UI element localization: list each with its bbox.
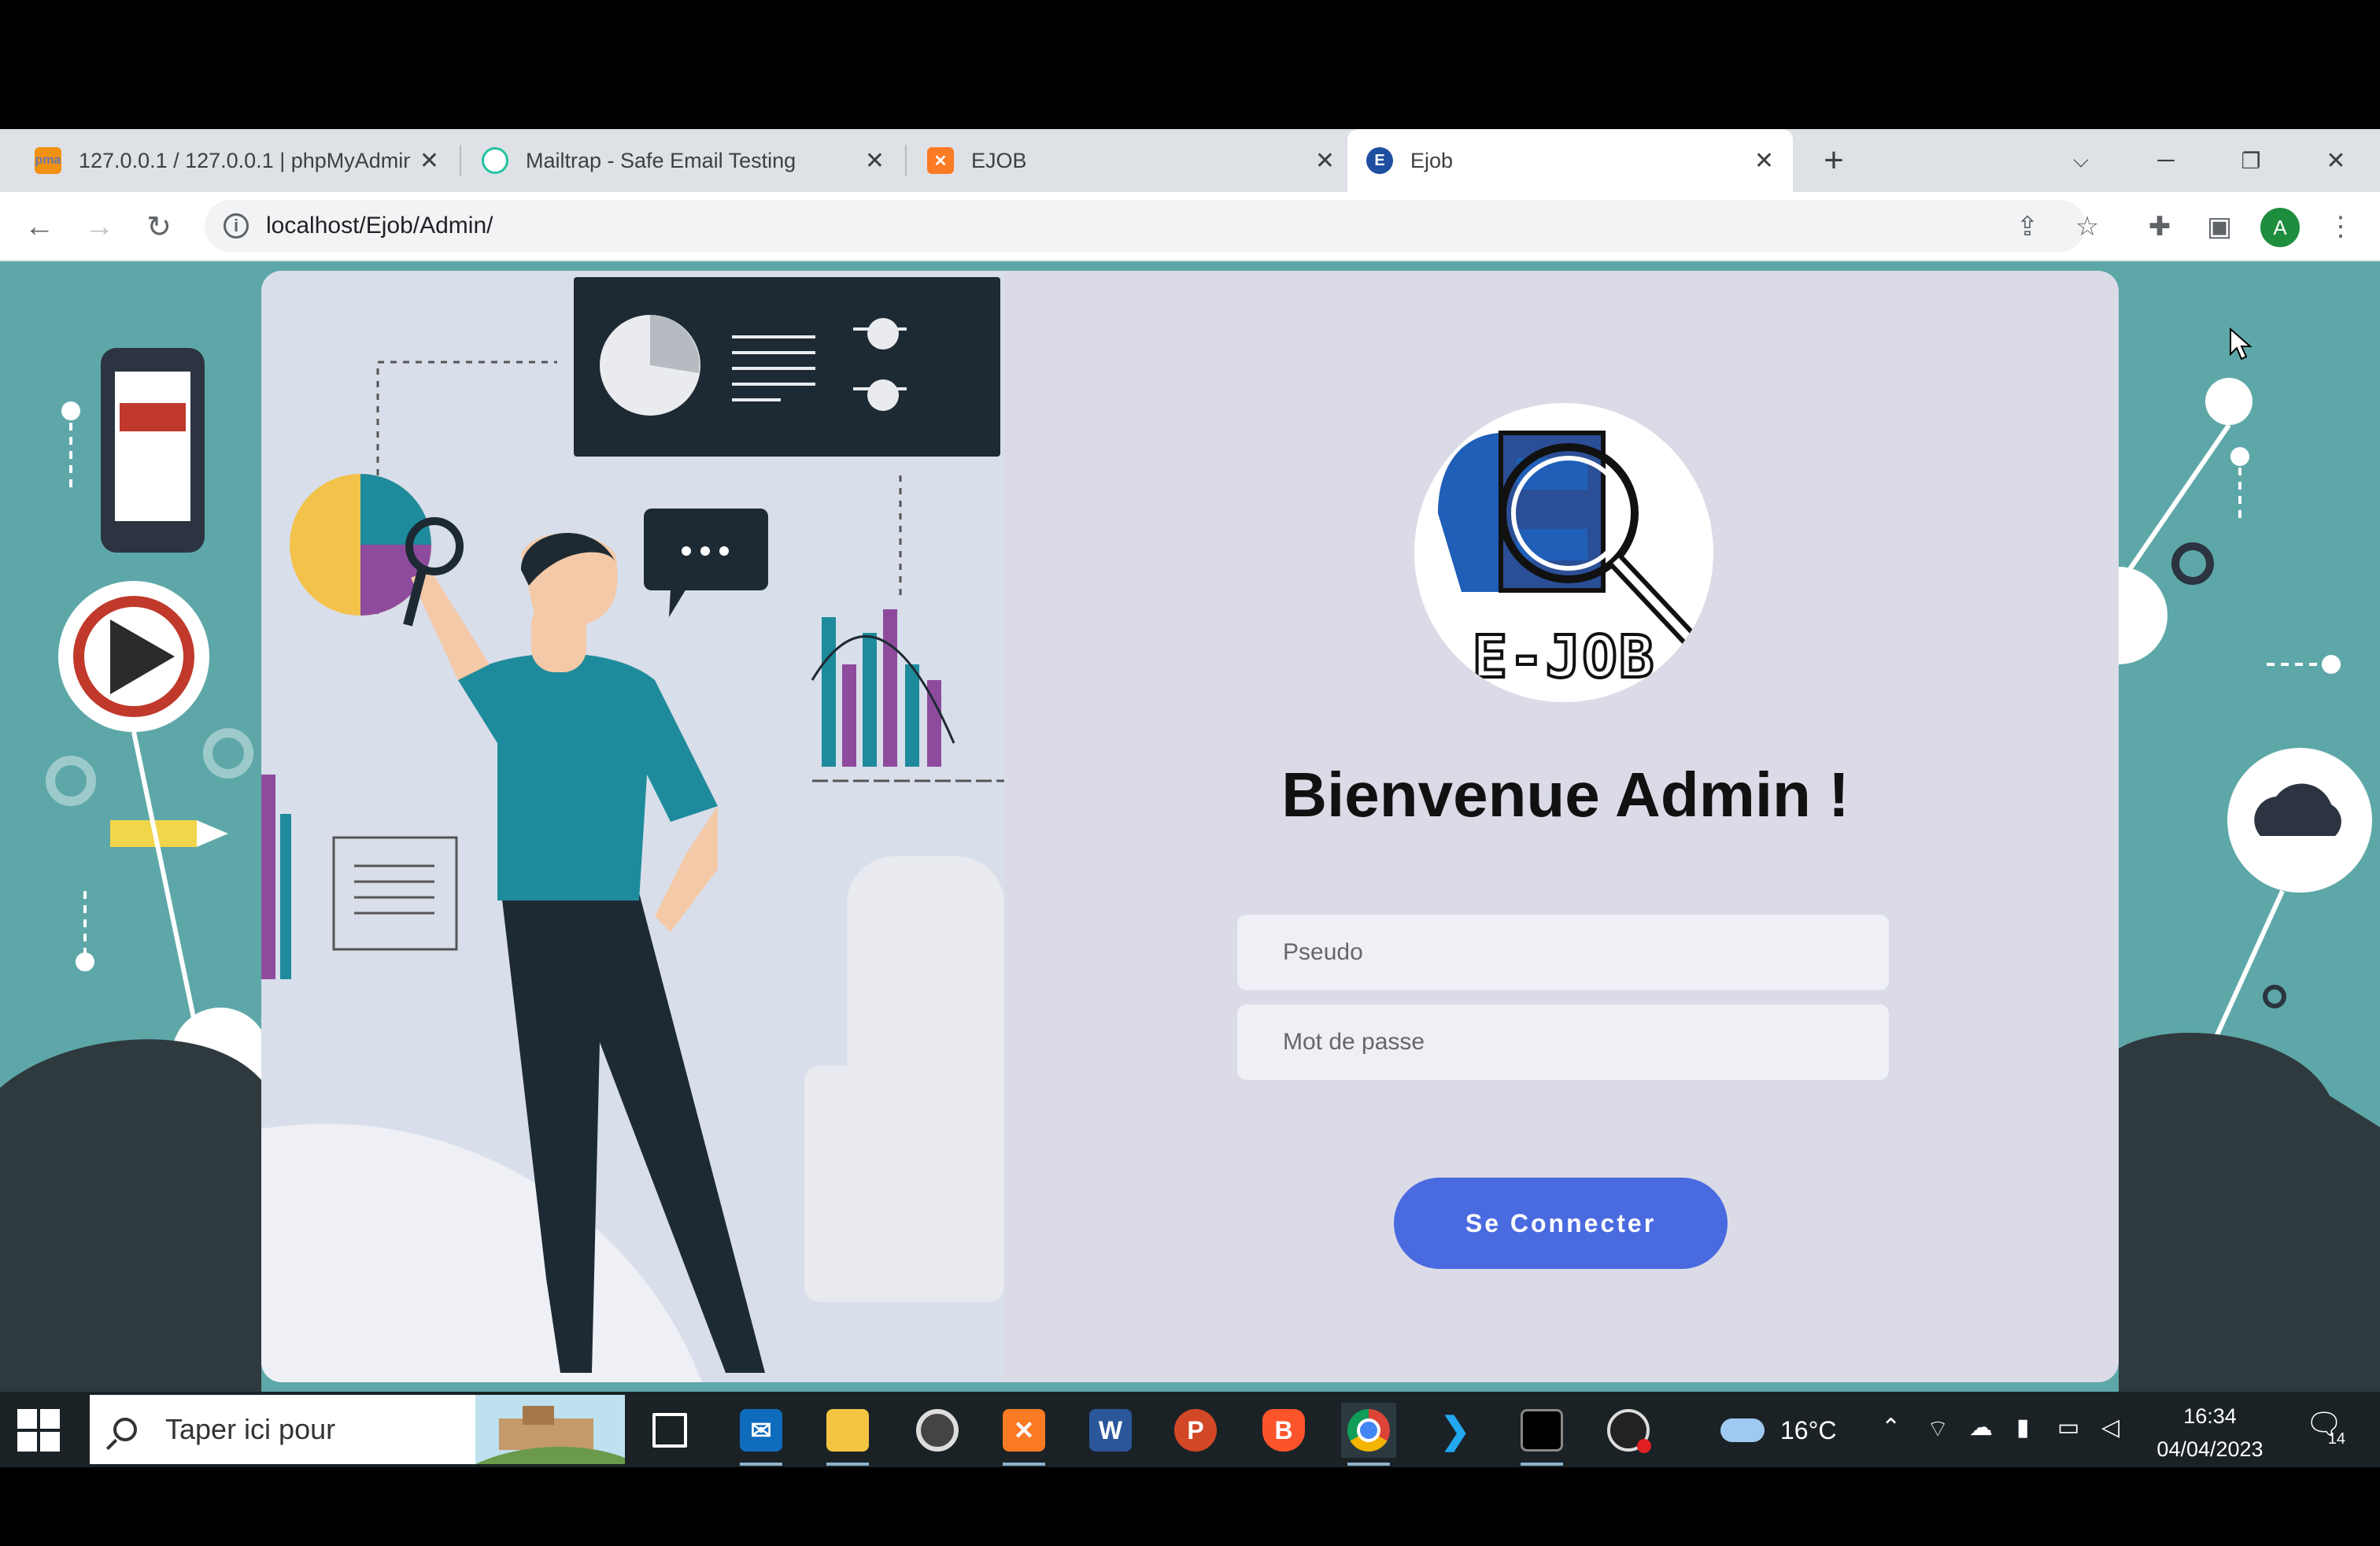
clock-time: 16:34	[2183, 1404, 2237, 1428]
tab-ejob-active[interactable]: E Ejob ✕	[1347, 129, 1793, 192]
close-window-button[interactable]: ✕	[2304, 129, 2367, 192]
system-clock[interactable]: 16:34 04/04/2023	[2141, 1400, 2279, 1466]
search-icon	[113, 1418, 137, 1441]
battery-icon[interactable]: ▭	[2057, 1414, 2079, 1441]
chrome-icon[interactable]	[1341, 1403, 1396, 1466]
tab-title: Ejob	[1410, 148, 1454, 172]
taskbar-search[interactable]: Taper ici pour	[90, 1395, 625, 1464]
search-highlight-icon	[475, 1395, 625, 1464]
microphone-icon[interactable]: ▮	[2016, 1414, 2030, 1441]
gear-icon	[203, 728, 253, 779]
windows-start-icon[interactable]	[17, 1409, 60, 1452]
file-explorer-icon[interactable]	[820, 1403, 875, 1466]
media-icon[interactable]	[910, 1403, 965, 1458]
bookmark-star-icon[interactable]: ☆	[2064, 203, 2111, 250]
mouse-cursor-icon	[2230, 327, 2252, 361]
search-placeholder: Taper ici pour	[165, 1413, 336, 1445]
brave-icon[interactable]: B	[1256, 1403, 1311, 1458]
url-text: localhost/Ejob/Admin/	[266, 213, 493, 239]
mailtrap-icon	[482, 147, 508, 174]
tab-title: 127.0.0.1 / 127.0.0.1 | phpMyAdmin	[79, 148, 410, 172]
restore-button[interactable]: ❐	[2219, 129, 2282, 192]
tab-divider	[905, 145, 907, 176]
profile-avatar[interactable]: A	[2260, 208, 2300, 247]
logo-wordmark: E-JOB	[1471, 622, 1656, 693]
obs-icon[interactable]	[1601, 1403, 1656, 1458]
ejob-icon: E	[1366, 147, 1393, 174]
site-info-icon[interactable]: i	[224, 213, 249, 239]
page-viewport: E-JOB Bienvenue Admin ! Se Connecter	[0, 261, 2380, 1392]
side-panel-icon[interactable]: ▣	[2196, 203, 2243, 250]
word-icon[interactable]: W	[1083, 1403, 1138, 1458]
new-tab-button[interactable]: +	[1810, 137, 1857, 184]
share-icon[interactable]: ⇪	[2004, 203, 2051, 250]
weather-widget[interactable]: 16°C	[1720, 1411, 1837, 1450]
back-icon[interactable]: ←	[16, 203, 63, 250]
chevron-up-icon[interactable]: ⌃	[1881, 1414, 1901, 1441]
password-input[interactable]	[1237, 1004, 1889, 1080]
tab-strip: pma 127.0.0.1 / 127.0.0.1 | phpMyAdmin ✕…	[0, 129, 2380, 192]
network-icon[interactable]: ⌔	[1927, 1414, 1949, 1444]
login-card: E-JOB Bienvenue Admin ! Se Connecter	[261, 271, 2119, 1382]
welcome-heading: Bienvenue Admin !	[1281, 760, 1850, 830]
tab-title: Mailtrap - Safe Email Testing	[526, 148, 796, 172]
tab-mailtrap[interactable]: Mailtrap - Safe Email Testing ✕	[463, 129, 904, 192]
cloud-icon	[1720, 1418, 1765, 1442]
tab-search-icon[interactable]: ⌵	[2049, 129, 2112, 192]
extensions-icon[interactable]: ✚	[2136, 203, 2183, 250]
tab-ejob-xampp[interactable]: ✕ EJOB ✕	[908, 129, 1354, 192]
tab-divider	[460, 145, 461, 176]
close-icon[interactable]: ✕	[1315, 147, 1335, 175]
close-icon[interactable]: ✕	[865, 147, 885, 175]
weather-temperature: 16°C	[1780, 1415, 1837, 1444]
username-input[interactable]	[1237, 915, 1889, 990]
forward-icon[interactable]: →	[76, 203, 123, 250]
xampp-icon: ✕	[927, 147, 954, 174]
tab-title: EJOB	[971, 148, 1027, 172]
vscode-icon[interactable]: ❯	[1428, 1403, 1483, 1458]
task-view-icon[interactable]	[642, 1403, 697, 1458]
ejob-logo: E-JOB	[1414, 403, 1713, 702]
mail-icon[interactable]: ✉	[734, 1403, 789, 1466]
menu-icon[interactable]: ⋮	[2317, 203, 2364, 250]
volume-muted-icon[interactable]: ◁	[2101, 1414, 2119, 1441]
browser-toolbar: ← → ↻ i localhost/Ejob/Admin/ ⇪ ☆ ✚ ▣ A …	[0, 192, 2380, 261]
person-with-charts-illustration	[261, 271, 1004, 1382]
powerpoint-icon[interactable]: P	[1168, 1403, 1223, 1458]
close-icon[interactable]: ✕	[419, 147, 439, 175]
notification-count: 14	[2327, 1430, 2345, 1448]
clock-date: 04/04/2023	[2156, 1437, 2264, 1461]
login-button[interactable]: Se Connecter	[1394, 1178, 1728, 1269]
xampp-icon[interactable]: ✕	[996, 1403, 1051, 1466]
analytics-illustration	[261, 271, 1004, 1382]
gear-icon	[2171, 542, 2214, 585]
minimize-button[interactable]: ─	[2134, 129, 2197, 192]
gear-icon	[46, 756, 96, 806]
gear-icon	[2263, 985, 2286, 1008]
terminal-icon[interactable]	[1514, 1403, 1569, 1466]
onedrive-error-icon[interactable]: ☁	[1969, 1414, 1993, 1441]
windows-taskbar: Taper ici pour ✉ ✕ W P B ❯ 16°C ⌃ ⌔ ☁ ▮ …	[0, 1392, 2380, 1467]
phpmyadmin-icon: pma	[35, 147, 61, 174]
reload-icon[interactable]: ↻	[135, 203, 183, 250]
tab-phpmyadmin[interactable]: pma 127.0.0.1 / 127.0.0.1 | phpMyAdmin ✕	[16, 129, 458, 192]
notifications-icon[interactable]: 🗨 14	[2304, 1407, 2345, 1448]
address-bar[interactable]: i localhost/Ejob/Admin/	[205, 200, 2086, 252]
close-icon[interactable]: ✕	[1754, 147, 1774, 175]
